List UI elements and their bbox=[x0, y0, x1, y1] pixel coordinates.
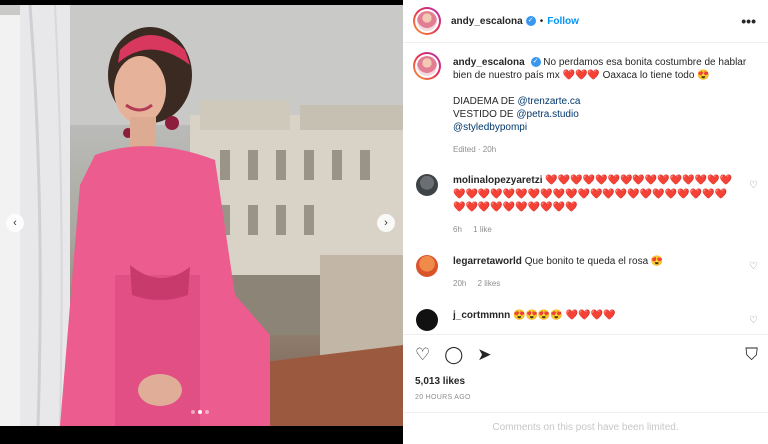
commenter-username[interactable]: molinalopezyaretzi bbox=[453, 175, 542, 186]
action-icons: ♡ ◯ ➤ bbox=[415, 346, 492, 363]
comment-text: Que bonito te queda el rosa 😍 bbox=[524, 256, 664, 267]
comment-meta: 6h 1 like bbox=[453, 223, 738, 237]
likes-count[interactable]: 5,013 likes bbox=[415, 376, 465, 387]
caption-meta: Edited · 20h bbox=[453, 145, 497, 154]
commenter-username[interactable]: j_cortmmnn bbox=[453, 310, 510, 321]
save-icon[interactable]: ⛉ bbox=[745, 346, 758, 363]
vestido-label: VESTIDO DE bbox=[453, 109, 514, 120]
author-avatar[interactable] bbox=[413, 7, 441, 35]
comment-body: j_cortmmnn 😍😍😍😍 ❤️❤️❤️❤️ bbox=[453, 309, 738, 323]
comment-likes[interactable]: 2 likes bbox=[478, 279, 501, 288]
comment-icon[interactable]: ◯ bbox=[444, 346, 463, 363]
separator-dot: • bbox=[539, 15, 544, 27]
photo-illustration bbox=[0, 5, 403, 426]
commenter-avatar[interactable] bbox=[416, 309, 438, 331]
caption-text-2: Oaxaca lo tiene todo bbox=[602, 70, 695, 81]
carousel-dot bbox=[191, 410, 195, 414]
caption-username[interactable]: andy_escalona bbox=[453, 57, 525, 68]
post-header: andy_escalona ✓ • Follow ••• bbox=[403, 0, 768, 43]
heart-icon[interactable]: ♡ bbox=[749, 315, 758, 326]
carousel-dots bbox=[191, 410, 209, 414]
verified-icon: ✓ bbox=[525, 16, 536, 26]
post-actions: ♡ ◯ ➤ ⛉ 5,013 likes 20 HOURS AGO Comment… bbox=[403, 334, 768, 444]
comment-text: 😍😍😍😍 ❤️❤️❤️❤️ bbox=[513, 310, 616, 321]
mention-trenzarte[interactable]: @trenzarte.ca bbox=[517, 96, 580, 107]
post-side-panel: andy_escalona ✓ • Follow ••• andy_escalo… bbox=[403, 0, 768, 444]
like-icon[interactable]: ♡ bbox=[415, 346, 430, 363]
comment-time: 6h bbox=[453, 224, 462, 234]
post-time-ago[interactable]: 20 HOURS AGO bbox=[415, 394, 471, 401]
caption-avatar[interactable] bbox=[413, 52, 441, 80]
commenter-username[interactable]: legarretaworld bbox=[453, 256, 522, 267]
comments-limited-notice: Comments on this post have been limited. bbox=[403, 412, 768, 444]
mention-petra[interactable]: @petra.studio bbox=[516, 109, 578, 120]
caption-body: andy_escalona ✓ No perdamos esa bonita c… bbox=[453, 56, 758, 156]
chevron-right-icon: › bbox=[384, 217, 388, 229]
author-username[interactable]: andy_escalona bbox=[451, 16, 523, 27]
previous-photo-button[interactable]: ‹ bbox=[6, 214, 24, 232]
comment-time: 20h bbox=[453, 278, 467, 288]
commenter-avatar[interactable] bbox=[416, 174, 438, 196]
follow-button[interactable]: Follow bbox=[547, 16, 579, 27]
diadema-label: DIADEMA DE bbox=[453, 96, 515, 107]
verified-icon: ✓ bbox=[530, 57, 541, 68]
heart-emojis: ❤️❤️❤️ bbox=[562, 70, 600, 81]
comments-scroll-area[interactable]: andy_escalona ✓ No perdamos esa bonita c… bbox=[403, 44, 768, 334]
commenter-avatar[interactable] bbox=[416, 255, 438, 277]
comment-body: legarretaworld Que bonito te queda el ro… bbox=[453, 255, 738, 290]
comment-meta: 20h 2 likes bbox=[453, 277, 738, 291]
carousel-dot bbox=[205, 410, 209, 414]
post-media[interactable]: ‹ › bbox=[0, 0, 403, 444]
comment-body: molinalopezyaretzi ❤️❤️❤️❤️❤️❤️❤️❤️❤️❤️❤… bbox=[453, 174, 738, 236]
mention-styledbypompi[interactable]: @styledbypompi bbox=[453, 122, 527, 133]
post-photo[interactable] bbox=[0, 5, 403, 426]
share-icon[interactable]: ➤ bbox=[477, 346, 491, 363]
carousel-dot-active bbox=[198, 410, 202, 414]
next-photo-button[interactable]: › bbox=[377, 214, 395, 232]
heart-icon[interactable]: ♡ bbox=[749, 261, 758, 272]
comment-likes[interactable]: 1 like bbox=[473, 225, 492, 234]
chevron-left-icon: ‹ bbox=[13, 217, 17, 229]
more-options-icon[interactable]: ••• bbox=[741, 13, 756, 29]
heart-icon[interactable]: ♡ bbox=[749, 180, 758, 191]
heart-eyes-emoji: 😍 bbox=[697, 70, 710, 81]
